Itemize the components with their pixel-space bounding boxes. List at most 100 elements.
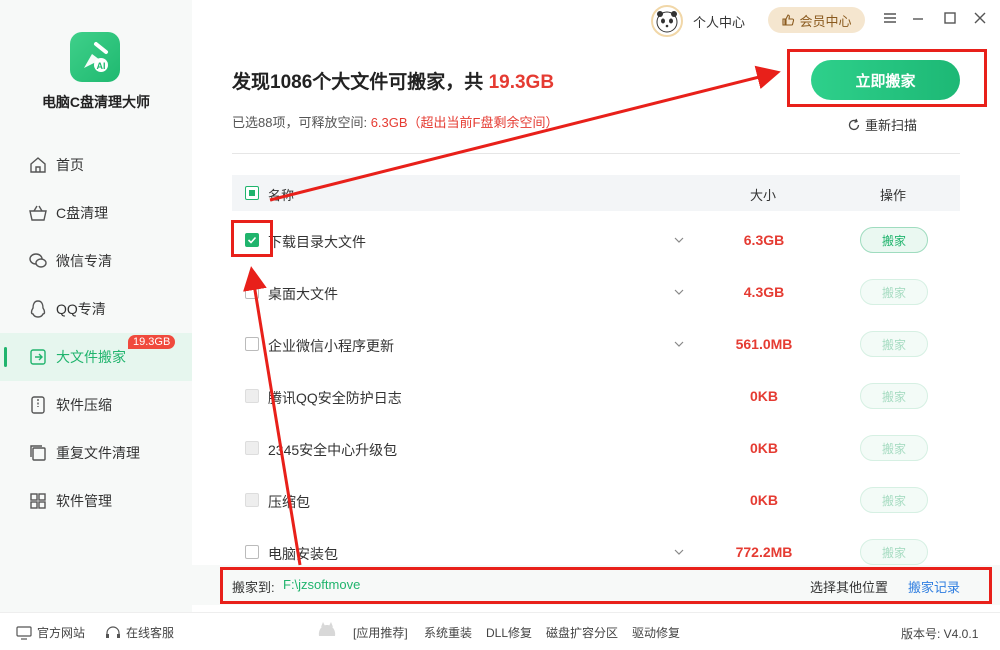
basket-icon xyxy=(29,205,47,221)
avatar[interactable] xyxy=(651,5,683,37)
refresh-icon xyxy=(848,118,860,130)
row-size: 0KB xyxy=(749,388,778,404)
header-op: 操作 xyxy=(880,188,907,203)
maximize-icon[interactable] xyxy=(942,10,958,26)
sidebar-item-c-clean[interactable]: C盘清理 xyxy=(0,189,192,237)
row-checkbox xyxy=(245,389,259,403)
row-name: 企业微信小程序更新 xyxy=(268,338,394,354)
online-service-link[interactable]: 在线客服 xyxy=(105,624,174,641)
rescan-label: 重新扫描 xyxy=(865,118,918,133)
minimize-icon[interactable] xyxy=(910,10,926,26)
table-row: 桌面大文件 4.3GB 搬家 xyxy=(232,266,960,318)
headset-icon xyxy=(106,625,120,638)
row-move-button[interactable]: 搬家 xyxy=(860,331,928,357)
sidebar-item-label: 软件压缩 xyxy=(56,397,112,413)
compress-icon xyxy=(31,396,45,414)
sidebar-item-duplicate[interactable]: 重复文件清理 xyxy=(0,429,192,477)
annotation-box-destination xyxy=(220,567,992,604)
sidebar-item-qq[interactable]: QQ专清 xyxy=(0,285,192,333)
logo-ai-text: AI xyxy=(97,61,106,71)
size-badge: 19.3GB xyxy=(128,335,176,349)
table-row: 压缩包 0KB 搬家 xyxy=(232,474,960,526)
row-name: 桌面大文件 xyxy=(268,286,338,302)
chevron-down-icon[interactable] xyxy=(673,234,685,246)
chevron-down-icon[interactable] xyxy=(673,286,685,298)
row-name: 电脑安装包 xyxy=(268,546,338,562)
sidebar-item-label: 微信专清 xyxy=(56,253,112,269)
user-center-link[interactable]: 个人中心 xyxy=(693,12,745,31)
row-name: 腾讯QQ安全防护日志 xyxy=(268,390,402,406)
row-size: 561.0MB xyxy=(735,336,793,352)
footer-link-driver[interactable]: 驱动修复 xyxy=(632,624,680,641)
duplicate-icon xyxy=(30,445,46,461)
wechat-icon xyxy=(29,253,47,268)
sidebar-item-label: C盘清理 xyxy=(56,205,109,221)
row-move-button[interactable]: 搬家 xyxy=(860,539,928,565)
row-move-button[interactable]: 搬家 xyxy=(860,435,928,461)
footer-link-partition[interactable]: 磁盘扩容分区 xyxy=(546,624,618,641)
sidebar-item-compress[interactable]: 软件压缩 xyxy=(0,381,192,429)
row-checkbox[interactable] xyxy=(245,285,259,299)
row-move-button[interactable]: 搬家 xyxy=(860,383,928,409)
footer-link-reinstall[interactable]: 系统重装 xyxy=(424,624,472,641)
vip-label: 会员中心 xyxy=(799,13,852,29)
chevron-down-icon[interactable] xyxy=(673,338,685,350)
divider xyxy=(232,153,960,154)
row-move-button[interactable]: 搬家 xyxy=(860,227,928,253)
table-row: 腾讯QQ安全防护日志 0KB 搬家 xyxy=(232,370,960,422)
row-size: 772.2MB xyxy=(735,544,793,560)
apps-icon xyxy=(30,493,46,509)
header-name: 名称 xyxy=(268,188,295,203)
close-icon[interactable] xyxy=(972,10,988,26)
selection-summary: 已选88项，可释放空间: 6.3GB（超出当前F盘剩余空间） xyxy=(232,112,559,131)
vip-center-button[interactable]: 会员中心 xyxy=(768,7,865,33)
selection-text: 已选88项，可释放空间: xyxy=(232,115,371,130)
sidebar-item-label: 重复文件清理 xyxy=(56,445,140,461)
rescan-button[interactable]: 重新扫描 xyxy=(847,115,917,134)
chevron-down-icon[interactable] xyxy=(673,546,685,558)
sidebar-item-large-file-move[interactable]: 大文件搬家 19.3GB xyxy=(0,333,192,381)
online-service-label: 在线客服 xyxy=(126,626,175,640)
qq-icon xyxy=(30,300,46,318)
sidebar-item-home[interactable]: 首页 xyxy=(0,141,192,189)
annotation-box-checkbox xyxy=(231,220,273,257)
row-move-button[interactable]: 搬家 xyxy=(860,487,928,513)
row-name: 压缩包 xyxy=(268,494,310,510)
sidebar-item-label: 首页 xyxy=(56,157,84,173)
row-checkbox[interactable] xyxy=(245,545,259,559)
row-checkbox xyxy=(245,441,259,455)
table-row: 企业微信小程序更新 561.0MB 搬家 xyxy=(232,318,960,370)
row-size: 0KB xyxy=(749,440,778,456)
row-name: 下载目录大文件 xyxy=(268,234,366,250)
official-site-link[interactable]: 官方网站 xyxy=(16,624,85,641)
menu-icon[interactable] xyxy=(882,10,898,26)
monitor-icon xyxy=(16,625,32,640)
row-move-button[interactable]: 搬家 xyxy=(860,279,928,305)
sidebar: AI 电脑C盘清理大师 首页 C盘清理 微信专清 QQ专清 大文件搬家 19.3… xyxy=(0,0,192,612)
title-text: 发现1086个大文件可搬家，共 xyxy=(232,72,489,93)
row-name: 2345安全中心升级包 xyxy=(268,442,398,458)
annotation-box-move-button xyxy=(787,49,987,107)
sidebar-item-wechat[interactable]: 微信专清 xyxy=(0,237,192,285)
fox-mascot-icon xyxy=(318,622,336,636)
space-warning: （超出当前F盘剩余空间） xyxy=(407,115,559,130)
header-size: 大小 xyxy=(750,188,777,203)
panda-icon xyxy=(656,11,678,33)
table-header: 名称 大小 操作 xyxy=(232,175,960,211)
total-size: 19.3GB xyxy=(488,72,555,93)
move-file-icon xyxy=(30,349,46,365)
row-size: 6.3GB xyxy=(743,232,785,248)
home-icon xyxy=(30,157,46,173)
thumbs-up-icon xyxy=(782,14,795,26)
select-all-checkbox[interactable] xyxy=(245,186,259,200)
row-checkbox xyxy=(245,493,259,507)
row-size: 0KB xyxy=(749,492,778,508)
footer-link-dll[interactable]: DLL修复 xyxy=(486,624,532,641)
row-checkbox[interactable] xyxy=(245,337,259,351)
row-size: 4.3GB xyxy=(743,284,785,300)
sidebar-nav: 首页 C盘清理 微信专清 QQ专清 大文件搬家 19.3GB 软件压缩 重复文件… xyxy=(0,141,192,525)
table-row: 下载目录大文件 6.3GB 搬家 xyxy=(232,214,960,266)
sidebar-item-software[interactable]: 软件管理 xyxy=(0,477,192,525)
sidebar-item-label: QQ专清 xyxy=(56,301,106,317)
footer-link-apps[interactable]: [应用推荐] xyxy=(353,624,408,641)
